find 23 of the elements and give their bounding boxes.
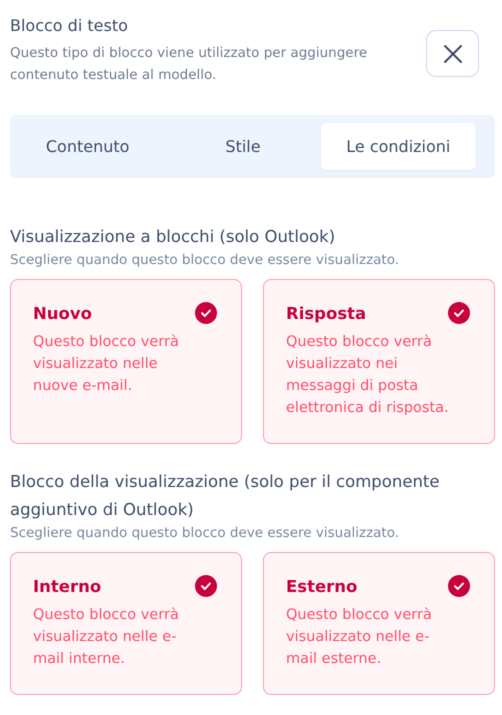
tab[interactable]: Stile	[165, 123, 321, 170]
panel-title: Blocco di testo	[10, 16, 129, 35]
option-title: Risposta	[286, 304, 366, 323]
section-title: Visualizzazione a blocchi (solo Outlook)	[10, 226, 336, 248]
panel-description: Questo tipo di blocco viene utilizzato per aggiungere contenuto testuale al modello.	[10, 44, 368, 85]
tab[interactable]: Le condizioni	[320, 123, 476, 170]
option-description: Questo blocco verrà visualizzato nelle e-mail esterne.	[286, 606, 433, 669]
section-hint: Scegliere quando questo blocco deve essere visualizzato.	[10, 525, 400, 541]
option-description: Questo blocco verrà visualizzato nelle nuove e-mail.	[33, 333, 180, 396]
close-button[interactable]	[426, 30, 479, 77]
option-title: Nuovo	[33, 304, 92, 323]
option-card[interactable]: Interno Questo blocco verrà visualizzato nelle e-mail interne.	[10, 552, 242, 695]
option-card[interactable]: Nuovo Questo blocco verrà visualizzato nelle nuove e-mail.	[10, 279, 242, 444]
option-title: Interno	[33, 577, 102, 596]
close-icon	[442, 44, 462, 64]
section-hint: Scegliere quando questo blocco deve essere visualizzato.	[10, 252, 400, 268]
section-title: Blocco della visualizzazione (solo per il componente aggiuntivo di Outlook)	[10, 471, 441, 521]
option-description: Questo blocco verrà visualizzato nei messaggi di posta elettronica di risposta.	[286, 333, 450, 418]
option-title: Esterno	[286, 577, 358, 596]
tab[interactable]: Contenuto	[10, 123, 166, 170]
option-description: Questo blocco verrà visualizzato nelle e-mail interne.	[33, 606, 180, 669]
option-card[interactable]: Esterno Questo blocco verrà visualizzato nelle e-mail esterne.	[263, 552, 495, 695]
option-card[interactable]: Risposta Questo blocco verrà visualizzato nei messaggi di posta elettronica di risposta.	[263, 279, 495, 444]
